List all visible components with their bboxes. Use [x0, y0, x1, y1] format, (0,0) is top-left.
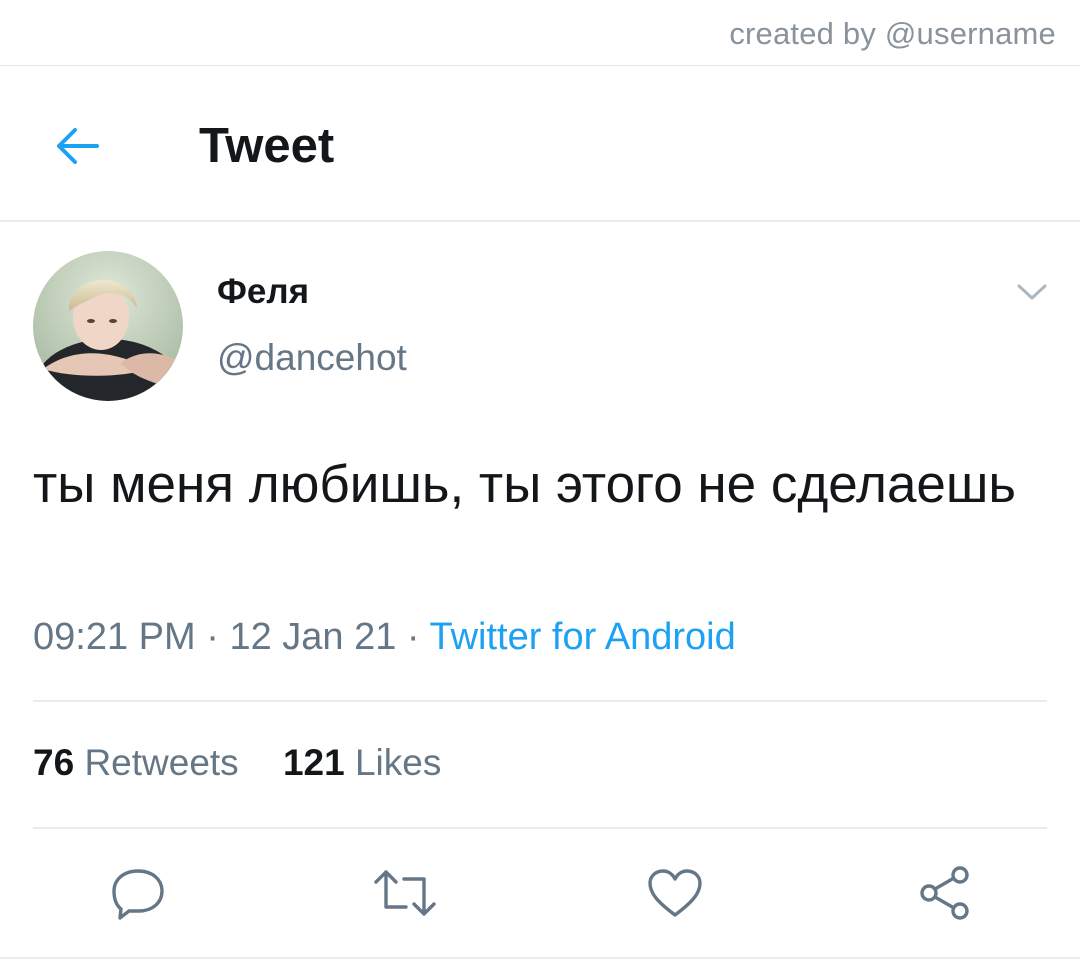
avatar-photo	[33, 251, 183, 401]
share-icon	[920, 866, 969, 920]
reply-icon	[112, 869, 164, 920]
tweet-meta: 09:21 PM · 12 Jan 21 · Twitter for Andro…	[33, 616, 736, 659]
likes-label: Likes	[354, 742, 442, 783]
arrow-left-icon	[57, 128, 99, 164]
retweets-stat[interactable]: 76 Retweets	[33, 742, 239, 784]
credit-bar: created by @username	[0, 0, 1080, 66]
share-button[interactable]	[910, 860, 980, 926]
avatar[interactable]	[33, 251, 183, 401]
tweet-stats: 76 Retweets 121 Likes	[33, 742, 475, 784]
divider	[33, 700, 1047, 702]
heart-icon	[648, 869, 702, 917]
retweets-label: Retweets	[84, 742, 239, 783]
author-name[interactable]: Феля	[217, 272, 309, 312]
tweet-text: ты меня любишь, ты этого не сделаешь	[33, 455, 1017, 514]
divider	[0, 957, 1080, 959]
page-title: Tweet	[199, 119, 335, 173]
author-handle[interactable]: @dancehot	[217, 337, 407, 379]
tweet-date: 12 Jan 21	[229, 616, 397, 658]
creator-credit: created by @username	[729, 16, 1056, 51]
retweets-count: 76	[33, 742, 75, 783]
top-bar: Tweet	[0, 66, 1080, 222]
likes-stat[interactable]: 121 Likes	[283, 742, 441, 784]
tweet-actions	[0, 848, 1080, 938]
reply-button[interactable]	[103, 860, 173, 926]
divider	[33, 827, 1047, 829]
retweet-icon	[374, 870, 436, 916]
chevron-down-icon	[1017, 284, 1047, 300]
tweet-source-link[interactable]: Twitter for Android	[429, 616, 735, 658]
meta-separator: ·	[406, 616, 430, 658]
retweet-button[interactable]	[370, 860, 440, 926]
tweet-time: 09:21 PM	[33, 616, 196, 658]
tweet-options-button[interactable]	[1010, 274, 1054, 310]
likes-count: 121	[282, 742, 345, 783]
like-button[interactable]	[640, 860, 710, 926]
meta-separator: ·	[206, 616, 230, 658]
back-button[interactable]	[44, 118, 110, 174]
